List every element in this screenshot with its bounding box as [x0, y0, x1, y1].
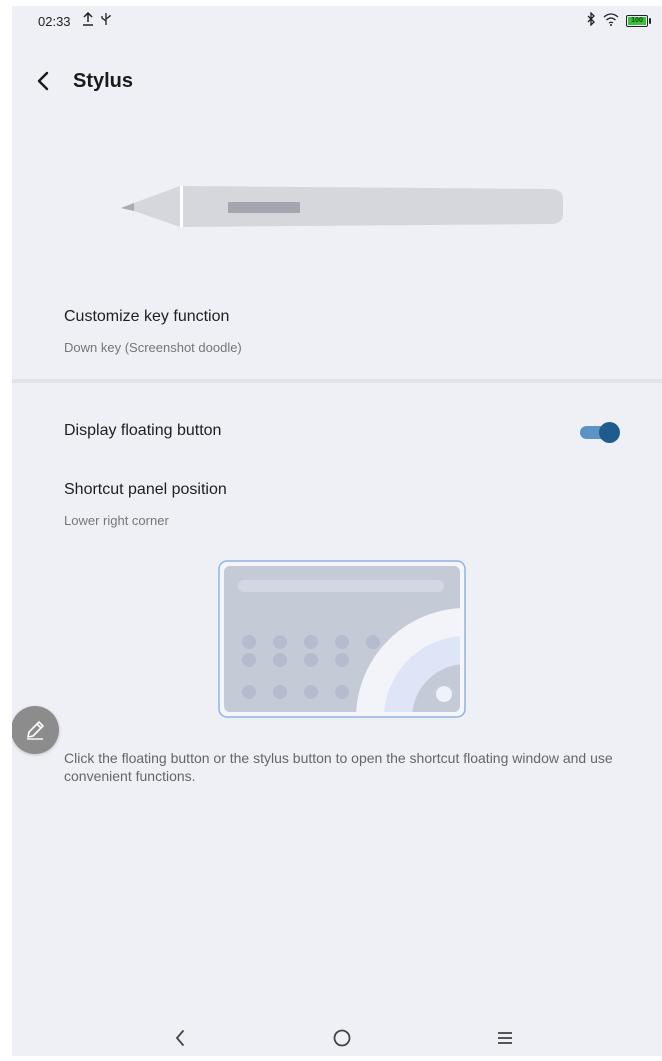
toggle-knob — [599, 422, 620, 443]
nav-home-button[interactable] — [330, 1026, 354, 1050]
navigation-bar — [12, 1018, 662, 1056]
pen-icon — [27, 721, 44, 740]
chevron-left-icon — [37, 71, 49, 91]
shortcut-panel-position-title: Shortcut panel position — [64, 481, 227, 498]
floating-stylus-button[interactable] — [12, 706, 59, 754]
bluetooth-icon — [586, 11, 596, 29]
battery-percent: 100 — [631, 17, 643, 24]
nav-menu-button[interactable] — [493, 1026, 517, 1050]
display-floating-button-row[interactable]: Display floating button — [64, 418, 624, 448]
customize-key-function-item[interactable]: Customize key function Down key (Screens… — [64, 308, 242, 355]
nav-back-button[interactable] — [169, 1026, 193, 1050]
wifi-icon — [603, 12, 619, 29]
status-left-icons — [82, 11, 112, 29]
stylus-illustration — [121, 186, 563, 227]
display-floating-button-toggle[interactable] — [580, 420, 620, 444]
back-nav-icon — [175, 1030, 184, 1046]
shortcut-panel-position-item[interactable]: Shortcut panel position Lower right corn… — [64, 481, 227, 528]
page-title: Stylus — [73, 70, 134, 92]
customize-key-function-title: Customize key function — [64, 308, 230, 325]
usb-icon — [100, 12, 112, 29]
status-bar: 02:33 100 — [12, 6, 662, 36]
panel-position-illustration — [218, 560, 466, 718]
section-divider — [12, 379, 662, 383]
settings-screen: 02:33 100 Stylus Customize key function … — [12, 6, 662, 1056]
stylus-button-graphic — [228, 202, 300, 213]
page-header: Stylus — [12, 61, 662, 101]
display-floating-button-label: Display floating button — [64, 422, 222, 439]
back-button[interactable] — [30, 67, 58, 95]
status-time: 02:33 — [38, 14, 71, 29]
status-right-icons: 100 — [586, 11, 651, 29]
customize-key-function-value: Down key (Screenshot doodle) — [64, 340, 242, 355]
shortcut-panel-position-value: Lower right corner — [64, 513, 169, 528]
upload-icon — [82, 11, 94, 29]
home-nav-icon — [333, 1029, 351, 1047]
battery-icon: 100 — [626, 14, 651, 27]
menu-nav-icon — [498, 1032, 512, 1044]
shortcut-description: Click the floating button or the stylus … — [64, 750, 613, 784]
